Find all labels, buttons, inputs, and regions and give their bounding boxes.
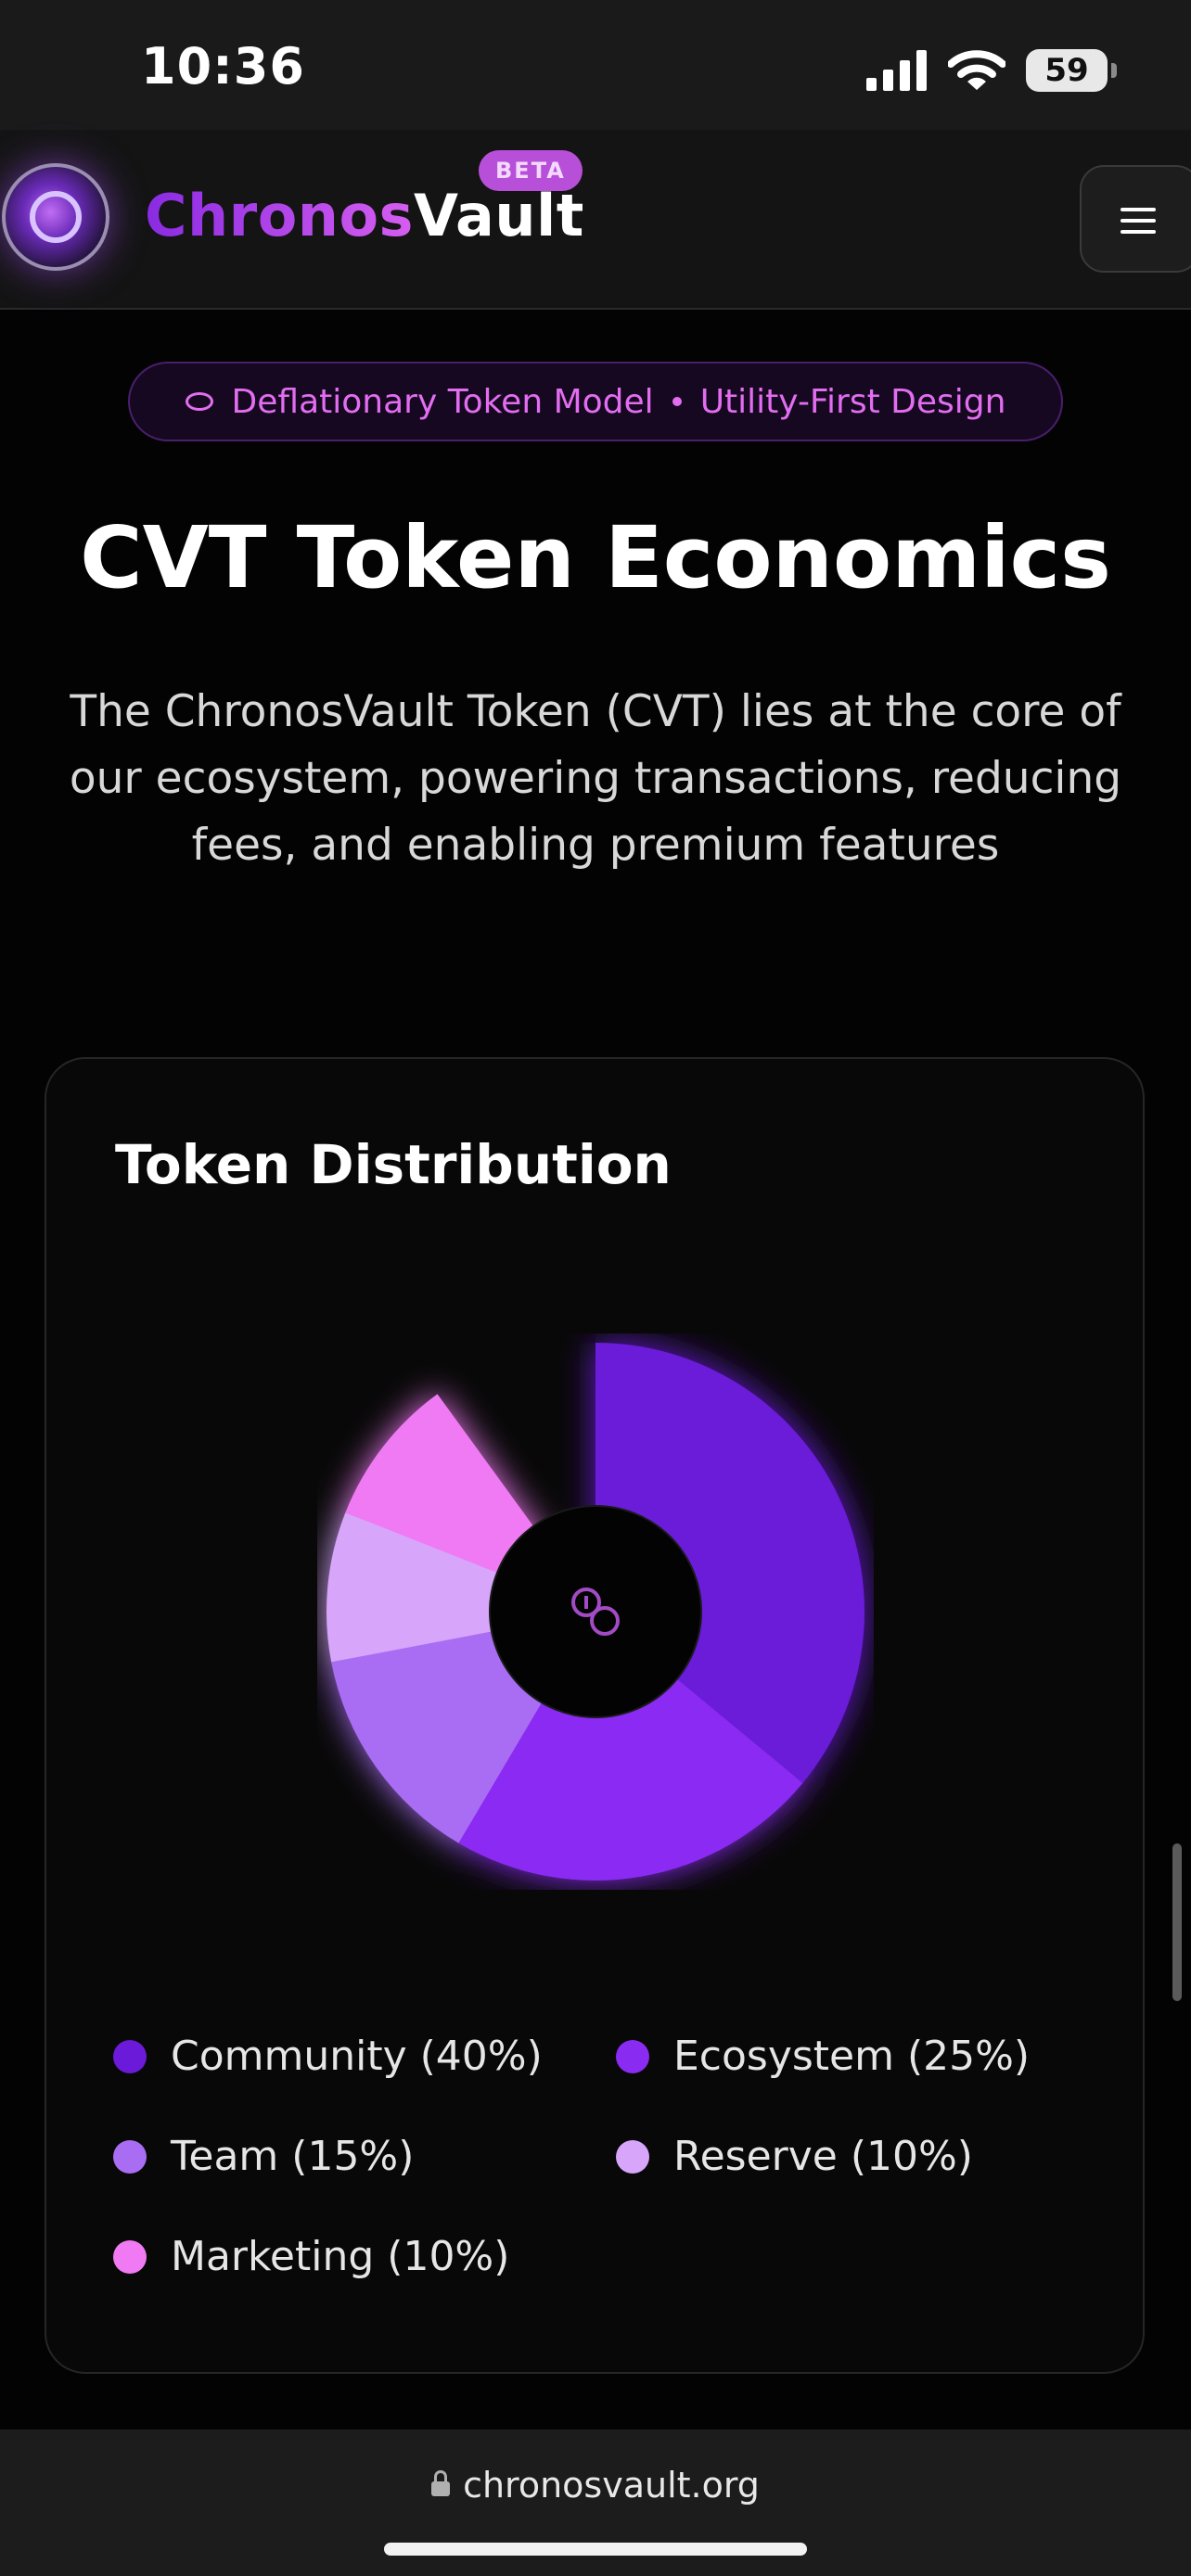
legend-item: Community (40%) bbox=[113, 2033, 543, 2080]
scrollbar[interactable] bbox=[1172, 1843, 1182, 2001]
brand-name[interactable]: ChronosVault bbox=[145, 182, 584, 249]
brand-logo[interactable] bbox=[2, 163, 109, 271]
site-header: ChronosVault BETA bbox=[0, 130, 1191, 310]
brand-name-part2: Vault bbox=[413, 182, 584, 249]
hamburger-icon bbox=[1121, 230, 1156, 234]
legend-label: Reserve (10%) bbox=[673, 2133, 973, 2180]
legend-label: Ecosystem (25%) bbox=[673, 2033, 1031, 2080]
url-text: chronosvault.org bbox=[463, 2465, 760, 2506]
beta-badge: BETA bbox=[479, 150, 583, 191]
legend-swatch bbox=[113, 2139, 147, 2174]
home-indicator[interactable] bbox=[384, 2543, 807, 2556]
coin-icon bbox=[185, 392, 213, 411]
hamburger-icon bbox=[1121, 219, 1156, 223]
legend-swatch bbox=[113, 2039, 147, 2073]
battery-level: 59 bbox=[1044, 52, 1089, 89]
lock-icon bbox=[431, 2470, 451, 2496]
legend-swatch bbox=[616, 2039, 649, 2073]
legend-label: Marketing (10%) bbox=[171, 2233, 510, 2280]
page-title: CVT Token Economics bbox=[80, 508, 1111, 607]
status-bar: 10:36 59 bbox=[0, 0, 1191, 130]
cellular-signal-icon bbox=[866, 50, 927, 91]
legend-item: Team (15%) bbox=[113, 2133, 414, 2180]
feature-badge-right: Utility-First Design bbox=[699, 382, 1006, 421]
page-description: The ChronosVault Token (CVT) lies at the… bbox=[69, 686, 1122, 871]
legend-item: Ecosystem (25%) bbox=[616, 2033, 1030, 2080]
browser-address-bar[interactable]: chronosvault.org bbox=[0, 2429, 1191, 2576]
feature-badge-left: Deflationary Token Model bbox=[231, 382, 654, 421]
wifi-icon bbox=[948, 50, 1005, 90]
legend-item: Reserve (10%) bbox=[616, 2133, 973, 2180]
vault-dial-icon bbox=[30, 191, 82, 243]
status-icons: 59 bbox=[866, 45, 1117, 96]
status-time: 10:36 bbox=[141, 37, 305, 96]
url-display[interactable]: chronosvault.org bbox=[0, 2465, 1191, 2506]
legend-item: Marketing (10%) bbox=[113, 2233, 509, 2280]
legend-label: Community (40%) bbox=[171, 2033, 543, 2080]
hamburger-icon bbox=[1121, 208, 1156, 211]
legend-label: Team (15%) bbox=[171, 2133, 415, 2180]
menu-button[interactable] bbox=[1080, 165, 1191, 273]
battery-icon: 59 bbox=[1026, 49, 1117, 92]
legend-swatch bbox=[616, 2139, 649, 2174]
brand-name-part1: Chronos bbox=[145, 182, 414, 249]
card-title: Token Distribution bbox=[115, 1133, 672, 1196]
feature-badge: Deflationary Token Model Utility-First D… bbox=[128, 362, 1063, 441]
token-distribution-card: Token Distribution Community (40%) Ecosys… bbox=[45, 1057, 1145, 2374]
token-distribution-chart bbox=[327, 1343, 865, 1881]
separator-dot bbox=[672, 397, 682, 406]
legend-swatch bbox=[113, 2239, 147, 2274]
